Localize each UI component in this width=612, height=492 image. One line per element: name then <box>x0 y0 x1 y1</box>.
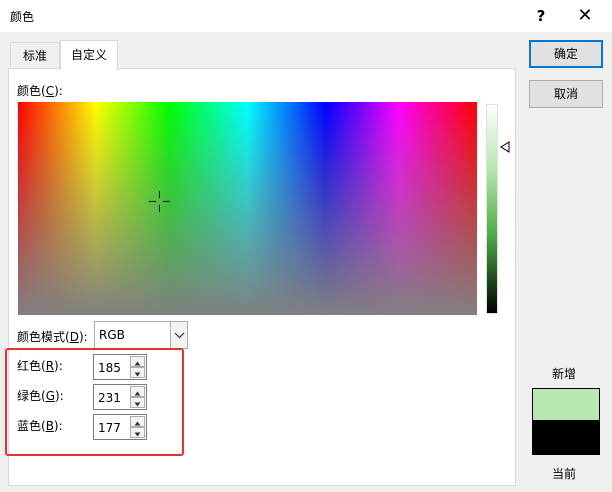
color-model-label: 颜色模式(D): <box>17 330 88 344</box>
cancel-button[interactable]: 取消 <box>529 80 603 108</box>
luminance-slider[interactable] <box>486 104 498 314</box>
close-button[interactable]: ✕ <box>569 4 601 28</box>
tab-standard[interactable]: 标准 <box>10 42 60 69</box>
window-title: 颜色 <box>10 10 35 24</box>
new-color-swatch <box>532 388 600 420</box>
color-label: 颜色(C): <box>17 84 63 98</box>
current-color-label: 当前 <box>552 467 577 481</box>
highlight-box <box>5 348 184 456</box>
color-model-select[interactable]: RGB <box>94 321 188 349</box>
help-button[interactable]: ? <box>525 4 557 28</box>
color-model-value: RGB <box>99 328 125 342</box>
new-color-label: 新增 <box>552 367 577 381</box>
chevron-down-icon <box>174 332 185 339</box>
tab-custom[interactable]: 自定义 <box>60 40 118 70</box>
color-spectrum[interactable] <box>18 102 477 315</box>
title-bar: 颜色 ? ✕ <box>0 0 612 32</box>
current-color-swatch <box>532 420 600 455</box>
ok-button[interactable]: 确定 <box>529 40 603 68</box>
dropdown-button[interactable] <box>170 322 187 348</box>
luminance-arrow-icon[interactable] <box>500 141 510 153</box>
crosshair-icon[interactable] <box>149 191 170 212</box>
